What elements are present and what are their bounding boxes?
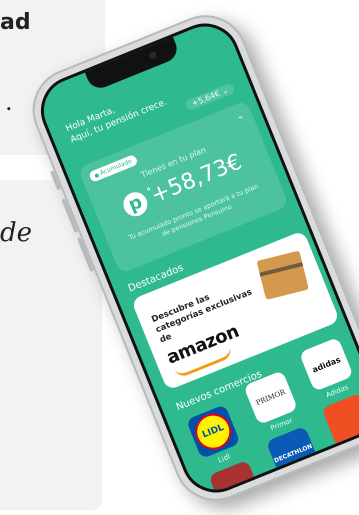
background-text-fragment: ad [0,10,31,35]
acumulado-label: Acumulado [99,157,133,177]
primor-logo: PRIMOR [254,388,287,408]
merchant-tile-6[interactable] [321,392,359,448]
pensumo-logo-icon: p ° [120,186,154,220]
camera-icon [147,50,157,61]
background-text-de: de [0,218,33,248]
phone-side-button [50,170,62,191]
adidas-logo: adidas [310,354,342,375]
merchant-tile-4[interactable] [208,459,264,503]
phone-mockup: Hola Marta, Aquí, tu pensión crece. +5,6… [20,2,359,514]
dot-icon [94,172,100,178]
background-text-period: . [5,88,13,116]
phone-notch [84,36,181,93]
decathlon-logo: DECATHLON [273,442,314,465]
merchant-tile-decathlon[interactable]: DECATHLON [265,425,321,481]
package-box-icon [256,250,309,300]
phone-frame: Hola Marta, Aquí, tu pensión crece. +5,6… [20,2,359,514]
chevron-down-icon[interactable]: ⌄ [235,110,246,122]
lidl-logo: LIDL [189,408,237,456]
app-screen: Hola Marta, Aquí, tu pensión crece. +5,6… [30,13,359,503]
